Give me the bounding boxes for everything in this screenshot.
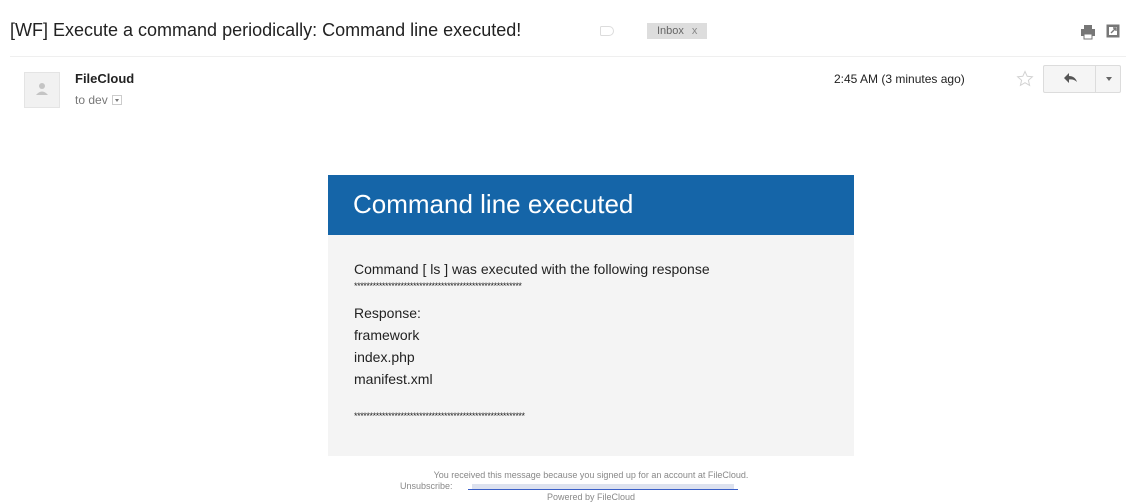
response-label: Response: <box>354 305 421 321</box>
footer-notice: You received this message because you si… <box>433 470 749 480</box>
response-line: index.php <box>354 349 415 365</box>
person-icon <box>36 83 48 95</box>
unsubscribe-link[interactable] <box>468 484 738 490</box>
separator-top: ****************************************… <box>354 281 522 291</box>
sender-avatar[interactable] <box>24 72 60 108</box>
recipients-text: to dev <box>75 93 108 107</box>
email-footer: You received this message because you si… <box>328 470 854 503</box>
print-icon[interactable] <box>1080 24 1096 40</box>
separator-bottom: ****************************************… <box>354 411 525 421</box>
subject-row: [WF] Execute a command periodically: Com… <box>10 16 1126 52</box>
inbox-label[interactable]: Inbox x <box>647 23 708 39</box>
email-subject: [WF] Execute a command periodically: Com… <box>10 20 522 40</box>
star-icon[interactable] <box>1016 70 1034 88</box>
reply-icon <box>1064 73 1077 83</box>
unsubscribe-row: Unsubscribe: <box>328 481 854 492</box>
email-timestamp: 2:45 AM (3 minutes ago) <box>834 72 965 86</box>
recipients-dropdown-icon[interactable] <box>111 94 122 105</box>
label-tag-icon[interactable] <box>600 26 614 36</box>
more-options-button[interactable] <box>1095 65 1121 93</box>
subject-divider <box>10 56 1126 57</box>
sender-name[interactable]: FileCloud <box>75 71 134 86</box>
command-intro: Command [ ls ] was executed with the fol… <box>354 261 710 277</box>
email-title: Command line executed <box>353 189 634 219</box>
new-window-icon[interactable] <box>1106 24 1120 38</box>
response-line: manifest.xml <box>354 371 433 387</box>
remove-label-button[interactable]: x <box>692 25 698 37</box>
powered-by: Powered by FileCloud <box>546 492 636 502</box>
inbox-label-text: Inbox <box>657 25 684 37</box>
email-body: Command [ ls ] was executed with the fol… <box>328 235 854 456</box>
response-line: framework <box>354 327 420 343</box>
email-header-banner: Command line executed <box>328 175 854 235</box>
reply-button[interactable] <box>1043 65 1095 93</box>
unsubscribe-label: Unsubscribe: <box>400 481 453 491</box>
recipients: to dev <box>75 93 122 107</box>
